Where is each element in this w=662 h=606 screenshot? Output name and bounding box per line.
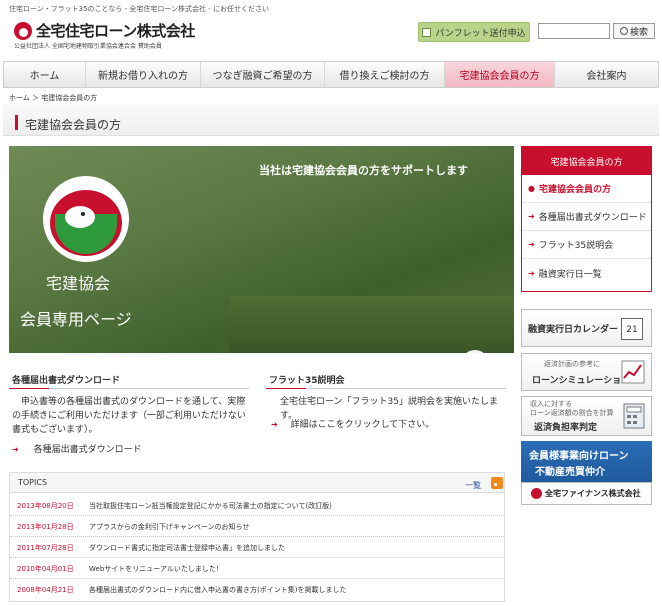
topics-panel: TOPICS 一覧 2013年08月20日 当社取扱住宅ローン抵当権設定登記にか… <box>9 472 505 602</box>
hero-line-1: 宅建協会 <box>46 274 111 293</box>
topics-header: TOPICS 一覧 <box>10 473 504 493</box>
badge-bird-icon <box>65 206 95 228</box>
sidebar-item-label: 宅建協会会員の方 <box>538 185 611 195</box>
flat35-section-title: フラット35説明会 <box>269 376 345 386</box>
arrow-right-icon: ➜ <box>528 240 535 249</box>
rss-icon[interactable] <box>491 477 503 489</box>
divider-accent <box>9 388 49 389</box>
nav-bridge-loan[interactable]: つなぎ融資ご希望の方 <box>201 62 325 87</box>
topic-row[interactable]: 2011年07月28日 ダウンロード書式に指定司法書士登録申込書」を追加しました <box>10 537 504 558</box>
nav-home[interactable]: ホーム <box>4 62 86 87</box>
repayment-ratio-banner[interactable]: 収入に対する ローン返済額の割合を計算 返済負担率判定 <box>521 396 652 436</box>
page-title-bar: 宅建協会会員の方 <box>3 104 659 136</box>
finance-logo-icon <box>531 488 542 499</box>
breadcrumb-current: 宅建協会会員の方 <box>41 94 98 102</box>
breadcrumb-home[interactable]: ホーム <box>9 94 30 102</box>
sidebar-item-members[interactable]: ● 宅建協会会員の方 <box>522 175 651 203</box>
document-icon <box>422 27 432 37</box>
topic-date: 2013年08月20日 <box>17 502 74 510</box>
topic-date: 2010年04月01日 <box>17 565 74 573</box>
simulation-title: ローンシミュレーション <box>532 376 631 386</box>
download-section-title: 各種届出書式ダウンロード <box>12 376 121 386</box>
download-link[interactable]: ➜ 各種届出書式ダウンロード <box>12 442 142 455</box>
title-accent-bar <box>15 115 18 130</box>
nav-association-members[interactable]: 宅建協会会員の方 <box>445 62 555 87</box>
page-title: 宅建協会会員の方 <box>25 118 122 132</box>
global-nav: ホーム 新規お借り入れの方 つなぎ融資ご希望の方 借り換えご検討の方 宅建協会会… <box>3 61 659 88</box>
chart-icon <box>621 360 645 384</box>
download-description: 申込書等の各種届出書式のダウンロードを通して、実際の手続きにご利用いただけます（… <box>12 397 246 435</box>
sidebar-menu: 宅建協会会員の方 ● 宅建協会会員の方 ➜ 各種届出書式ダウンロード ➜ フラッ… <box>521 146 652 292</box>
topic-text[interactable]: アプラスからの金利引下げキャンペーンのお知らせ <box>89 522 249 532</box>
real-partner-badge-icon: REAL PARTNER <box>43 176 129 262</box>
topics-more-link[interactable]: 一覧 <box>465 480 481 491</box>
finance-company: 全宅ファイナンス株式会社 <box>545 489 641 498</box>
dove-back-icon <box>466 350 484 353</box>
calendar-title: 融資実行日カレンダー <box>528 325 619 335</box>
search-button[interactable]: 検索 <box>613 23 655 39</box>
arrow-right-icon: ● <box>528 184 535 193</box>
sidebar-item-flat35[interactable]: ➜ フラット35説明会 <box>522 231 651 259</box>
hero-headline: 当社は宅建協会会員の方をサポートします <box>259 164 468 177</box>
finance-line-1: 会員様事業向けローン <box>529 451 629 462</box>
logo[interactable]: 全宅住宅ローン株式会社 <box>14 20 195 41</box>
topic-date: 2013年01月28日 <box>17 523 74 531</box>
arrow-right-icon: ➜ <box>12 445 19 454</box>
topic-row[interactable]: 2013年01月28日 アプラスからの金利引下げキャンペーンのお知らせ <box>10 516 504 537</box>
calculator-icon <box>623 403 645 429</box>
logo-text: 全宅住宅ローン株式会社 <box>36 22 195 40</box>
badge-bird-eye <box>81 212 85 216</box>
topic-row[interactable]: 2008年04月21日 各種届出書式のダウンロード内に借入申込書の書き方(ポイン… <box>10 579 504 600</box>
search-icon <box>619 27 628 35</box>
sidebar-item-downloads[interactable]: ➜ 各種届出書式ダウンロード <box>522 203 651 231</box>
download-link-label: 各種届出書式ダウンロード <box>33 445 142 455</box>
breadcrumb-separator: ＞ <box>32 94 40 102</box>
breadcrumb: ホーム ＞ 宅建協会会員の方 <box>9 93 97 103</box>
arrow-right-icon: ➜ <box>528 212 535 221</box>
calendar-icon: 21 <box>621 318 643 340</box>
topic-text[interactable]: ダウンロード書式に指定司法書士登録申込書」を追加しました <box>89 543 285 553</box>
pamphlet-request-button[interactable]: パンフレット送付申込 <box>418 22 530 42</box>
calendar-banner[interactable]: 融資実行日カレンダー 21 <box>521 309 652 347</box>
nav-new-loan[interactable]: 新規お借り入れの方 <box>86 62 201 87</box>
topic-text[interactable]: 当社取扱住宅ローン抵当権設定登記にかかる司法書士の指定について(改訂版) <box>89 501 332 511</box>
divider-accent <box>266 388 306 389</box>
simulation-small: 返済計画の参考に <box>544 360 600 368</box>
tagline: 住宅ローン・フラット35のことなら - 全宅住宅ローン株式会社 - にお任せくだ… <box>9 5 269 13</box>
nav-company[interactable]: 会社案内 <box>555 62 658 87</box>
search-input[interactable] <box>538 23 610 39</box>
ratio-small-2: ローン返済額の割合を計算 <box>530 409 614 417</box>
sidebar-item-label: 融資実行日一覧 <box>538 269 602 280</box>
topic-date: 2008年04月21日 <box>17 586 74 594</box>
header: 住宅ローン・フラット35のことなら - 全宅住宅ローン株式会社 - にお任せくだ… <box>0 0 662 56</box>
badge-text: REAL PARTNER <box>56 181 129 190</box>
flat35-link[interactable]: ➜ 詳細はここをクリックして下さい。 <box>271 417 434 430</box>
nav-refinance[interactable]: 借り換えご検討の方 <box>325 62 445 87</box>
sidebar-item-label: 各種届出書式ダウンロード <box>538 213 647 223</box>
topic-text[interactable]: 各種届出書式のダウンロード内に借入申込書の書き方(ポイント集)を掲載しました <box>89 585 346 595</box>
sidebar-item-label: フラット35説明会 <box>538 241 614 251</box>
ratio-title: 返済負担率判定 <box>534 423 598 433</box>
search-label: 検索 <box>629 27 648 38</box>
logo-subtitle: 公益社団法人 全国宅地建物取引業協会連合会 賛助会員 <box>14 43 162 50</box>
flat35-link-label: 詳細はここをクリックして下さい。 <box>290 420 435 430</box>
topic-date: 2011年07月28日 <box>17 544 74 552</box>
sidebar-item-schedule[interactable]: ➜ 融資実行日一覧 <box>522 259 651 287</box>
topic-text[interactable]: Webサイトをリニューアルいたしました！ <box>89 564 223 574</box>
pamphlet-label: パンフレット送付申込 <box>435 28 526 39</box>
hero-line-2: 会員専用ページ <box>20 310 132 329</box>
arrow-right-icon: ➜ <box>271 420 278 429</box>
download-divider <box>9 388 249 389</box>
flat35-divider <box>266 388 506 389</box>
topic-row[interactable]: 2013年08月20日 当社取扱住宅ローン抵当権設定登記にかかる司法書士の指定に… <box>10 495 504 516</box>
sidebar-head: 宅建協会会員の方 <box>522 147 651 175</box>
simulation-banner[interactable]: 返済計画の参考に ローンシミュレーション <box>521 353 652 391</box>
logo-mark-icon <box>14 21 32 40</box>
finance-banner[interactable]: 会員様事業向けローン 不動産売買仲介 全宅ファイナンス株式会社 <box>521 441 652 505</box>
topics-title: TOPICS <box>18 478 48 487</box>
finance-line-2: 不動産売買仲介 <box>535 467 605 478</box>
topic-row[interactable]: 2010年04月01日 Webサイトをリニューアルいたしました！ <box>10 558 504 579</box>
arrow-right-icon: ➜ <box>528 268 535 278</box>
